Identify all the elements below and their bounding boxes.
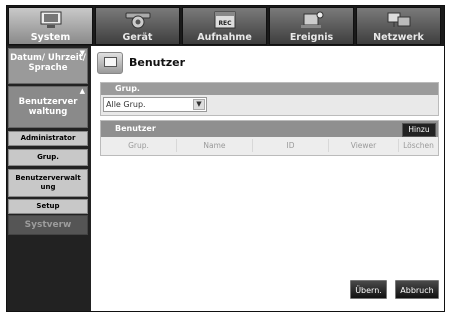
sidebar: ▼ Datum/ Uhrzeit/ Sprache ▲ Benutzerver … <box>7 46 90 311</box>
tab-system[interactable]: System <box>8 7 93 45</box>
event-icon <box>299 11 325 29</box>
group-header: Grup. <box>101 83 438 95</box>
column-header-delete: Löschen <box>403 141 434 150</box>
camera-icon <box>125 11 151 29</box>
users-table-header: Grup. Name ID Viewer Löschen <box>101 139 438 152</box>
sidebar-item-label: Grup. <box>37 153 59 161</box>
tab-label: Netzwerk <box>373 32 424 43</box>
group-section: Grup. Alle Grup. ▼ <box>100 82 439 116</box>
group-select[interactable]: Alle Grup. ▼ <box>103 97 207 112</box>
svg-text:REC: REC <box>218 20 232 27</box>
column-header-group: Grup. <box>101 139 177 152</box>
apply-button[interactable]: Übern. <box>350 280 387 299</box>
sidebar-item-label: Datum/ Uhrzeit/ Sprache <box>10 53 86 73</box>
users-title: Benutzer <box>115 124 156 133</box>
expand-arrow-icon: ▲ <box>79 87 85 95</box>
sidebar-item-label: Setup <box>36 202 60 210</box>
sidebar-item-grup[interactable]: Grup. <box>8 149 88 166</box>
sidebar-item-label: Administrator <box>20 134 76 142</box>
tab-label: System <box>30 32 71 43</box>
network-icon <box>386 11 412 29</box>
user-monitor-icon <box>97 52 123 74</box>
tab-label: Ereignis <box>289 32 334 43</box>
sidebar-item-benutzerverwaltung[interactable]: ▲ Benutzerver waltung <box>8 86 88 128</box>
tab-label: Gerät <box>122 32 153 43</box>
sidebar-item-label: Benutzerver waltung <box>18 97 78 117</box>
tab-netzwerk[interactable]: Netzwerk <box>356 7 441 45</box>
sidebar-item-systverw[interactable]: Systverw <box>8 215 88 235</box>
tab-label: Aufnahme <box>197 32 252 43</box>
sidebar-item-label: Benutzerverwalt ung <box>15 174 81 191</box>
rec-icon: REC <box>212 11 238 29</box>
collapse-arrow-icon: ▼ <box>79 49 85 57</box>
tab-aufnahme[interactable]: REC Aufnahme <box>182 7 267 45</box>
sidebar-item-benutzerverwaltung-sub[interactable]: Benutzerverwalt ung <box>8 169 88 197</box>
column-header-name: Name <box>177 139 253 152</box>
top-tab-bar: System Gerät REC Aufnahme Ereignis Netzw… <box>7 6 444 46</box>
tab-ereignis[interactable]: Ereignis <box>269 7 354 45</box>
users-header: Benutzer Hinzu <box>101 121 438 137</box>
users-section: Benutzer Hinzu Grup. Name ID Viewer Lösc… <box>100 120 439 156</box>
page-title: Benutzer <box>129 56 186 69</box>
chevron-down-icon[interactable]: ▼ <box>193 99 205 110</box>
sidebar-item-datum[interactable]: ▼ Datum/ Uhrzeit/ Sprache <box>8 48 88 84</box>
dvr-menu-window: System Gerät REC Aufnahme Ereignis Netzw… <box>6 5 445 312</box>
monitor-icon <box>38 11 64 29</box>
group-select-value: Alle Grup. <box>106 100 146 109</box>
main-panel: Benutzer Grup. Alle Grup. ▼ Benutzer Hin… <box>91 46 444 311</box>
sidebar-item-setup[interactable]: Setup <box>8 199 88 214</box>
add-user-button[interactable]: Hinzu <box>402 123 436 137</box>
sidebar-item-administrator[interactable]: Administrator <box>8 131 88 146</box>
column-header-viewer: Viewer <box>329 139 399 152</box>
column-header-id: ID <box>253 139 329 152</box>
sidebar-item-label: Systverw <box>24 220 72 230</box>
cancel-button[interactable]: Abbruch <box>395 280 439 299</box>
tab-geraet[interactable]: Gerät <box>95 7 180 45</box>
